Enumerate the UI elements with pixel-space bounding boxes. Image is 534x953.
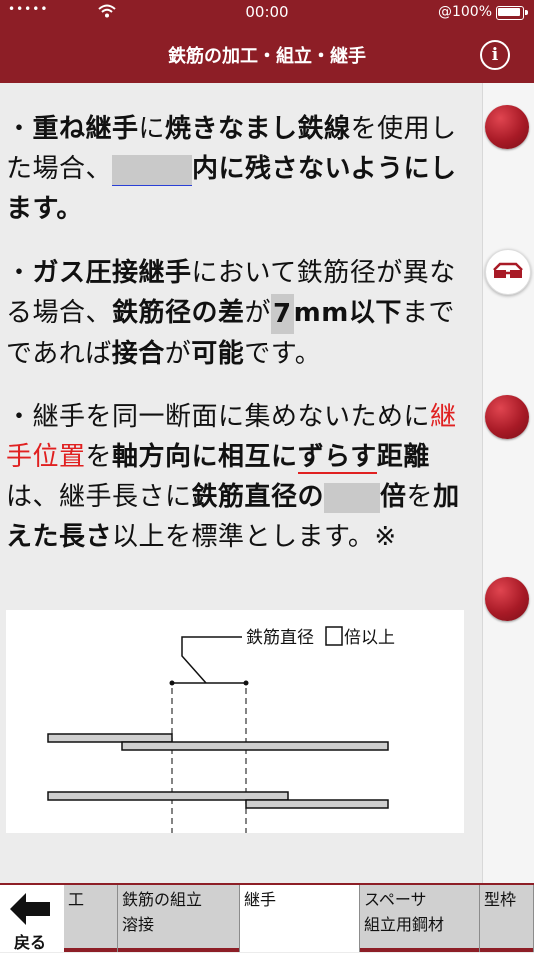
figure-label: 鉄筋直径 <box>246 628 314 648</box>
side-rings <box>482 83 534 883</box>
nav-bar: 鉄筋の加工・組立・継手 i <box>0 26 534 83</box>
binder-ring-icon <box>485 577 529 621</box>
figure-blank-box <box>325 626 343 646</box>
tab-kumitate[interactable]: 鉄筋の組立 溶接 <box>118 885 240 952</box>
tab-tsugite[interactable]: 継手 <box>240 885 360 952</box>
joint-offset-diagram: 鉄筋直径 倍以上 <box>6 610 464 833</box>
main-content: ・重ね継手に焼きなまし鉄線を使用した場合、 内に残さないようにします。 ・ガス圧接… <box>0 83 482 883</box>
paragraph-joint-offset: ・継手を同一断面に集めないために継手位置を軸方向に相互にずらす距離は、継手長さに… <box>6 402 460 552</box>
answer-blank-1[interactable] <box>112 154 193 186</box>
tab-kakou[interactable]: 工 <box>64 885 118 952</box>
battery-icon <box>496 6 524 20</box>
bottom-tab-bar: 戻る 工 鉄筋の組立 溶接 継手 スペーサ 組立用鋼材 型枠 <box>0 883 534 952</box>
paragraph-gas-pressure-weld: ・ガス圧接継手において鉄筋径が異なる場合、鉄筋径の差が7mm以下までであれば接合… <box>6 258 456 369</box>
tab-katawaku[interactable]: 型枠 <box>480 885 534 952</box>
paragraph-lap-joint: ・重ね継手に焼きなまし鉄線を使用した場合、 内に残さないようにします。 <box>6 114 457 224</box>
answer-blank-3[interactable] <box>324 482 381 513</box>
tab-spacer[interactable]: スペーサ 組立用鋼材 <box>360 885 480 952</box>
rotation-lock-icon: @ <box>437 4 452 20</box>
battery-percent: @100% <box>437 4 492 20</box>
info-button[interactable]: i <box>480 40 510 70</box>
status-bar: ••••• 00:00 @100% <box>0 0 534 26</box>
svg-text:倍以上: 倍以上 <box>344 628 395 648</box>
page-title: 鉄筋の加工・組立・継手 <box>168 46 366 67</box>
back-button[interactable]: 戻る <box>0 885 65 952</box>
answer-blank-2[interactable]: 7 <box>271 293 294 334</box>
binder-ring-icon <box>485 395 529 439</box>
binder-ring-icon <box>485 105 529 149</box>
glasses-icon[interactable] <box>485 249 531 295</box>
